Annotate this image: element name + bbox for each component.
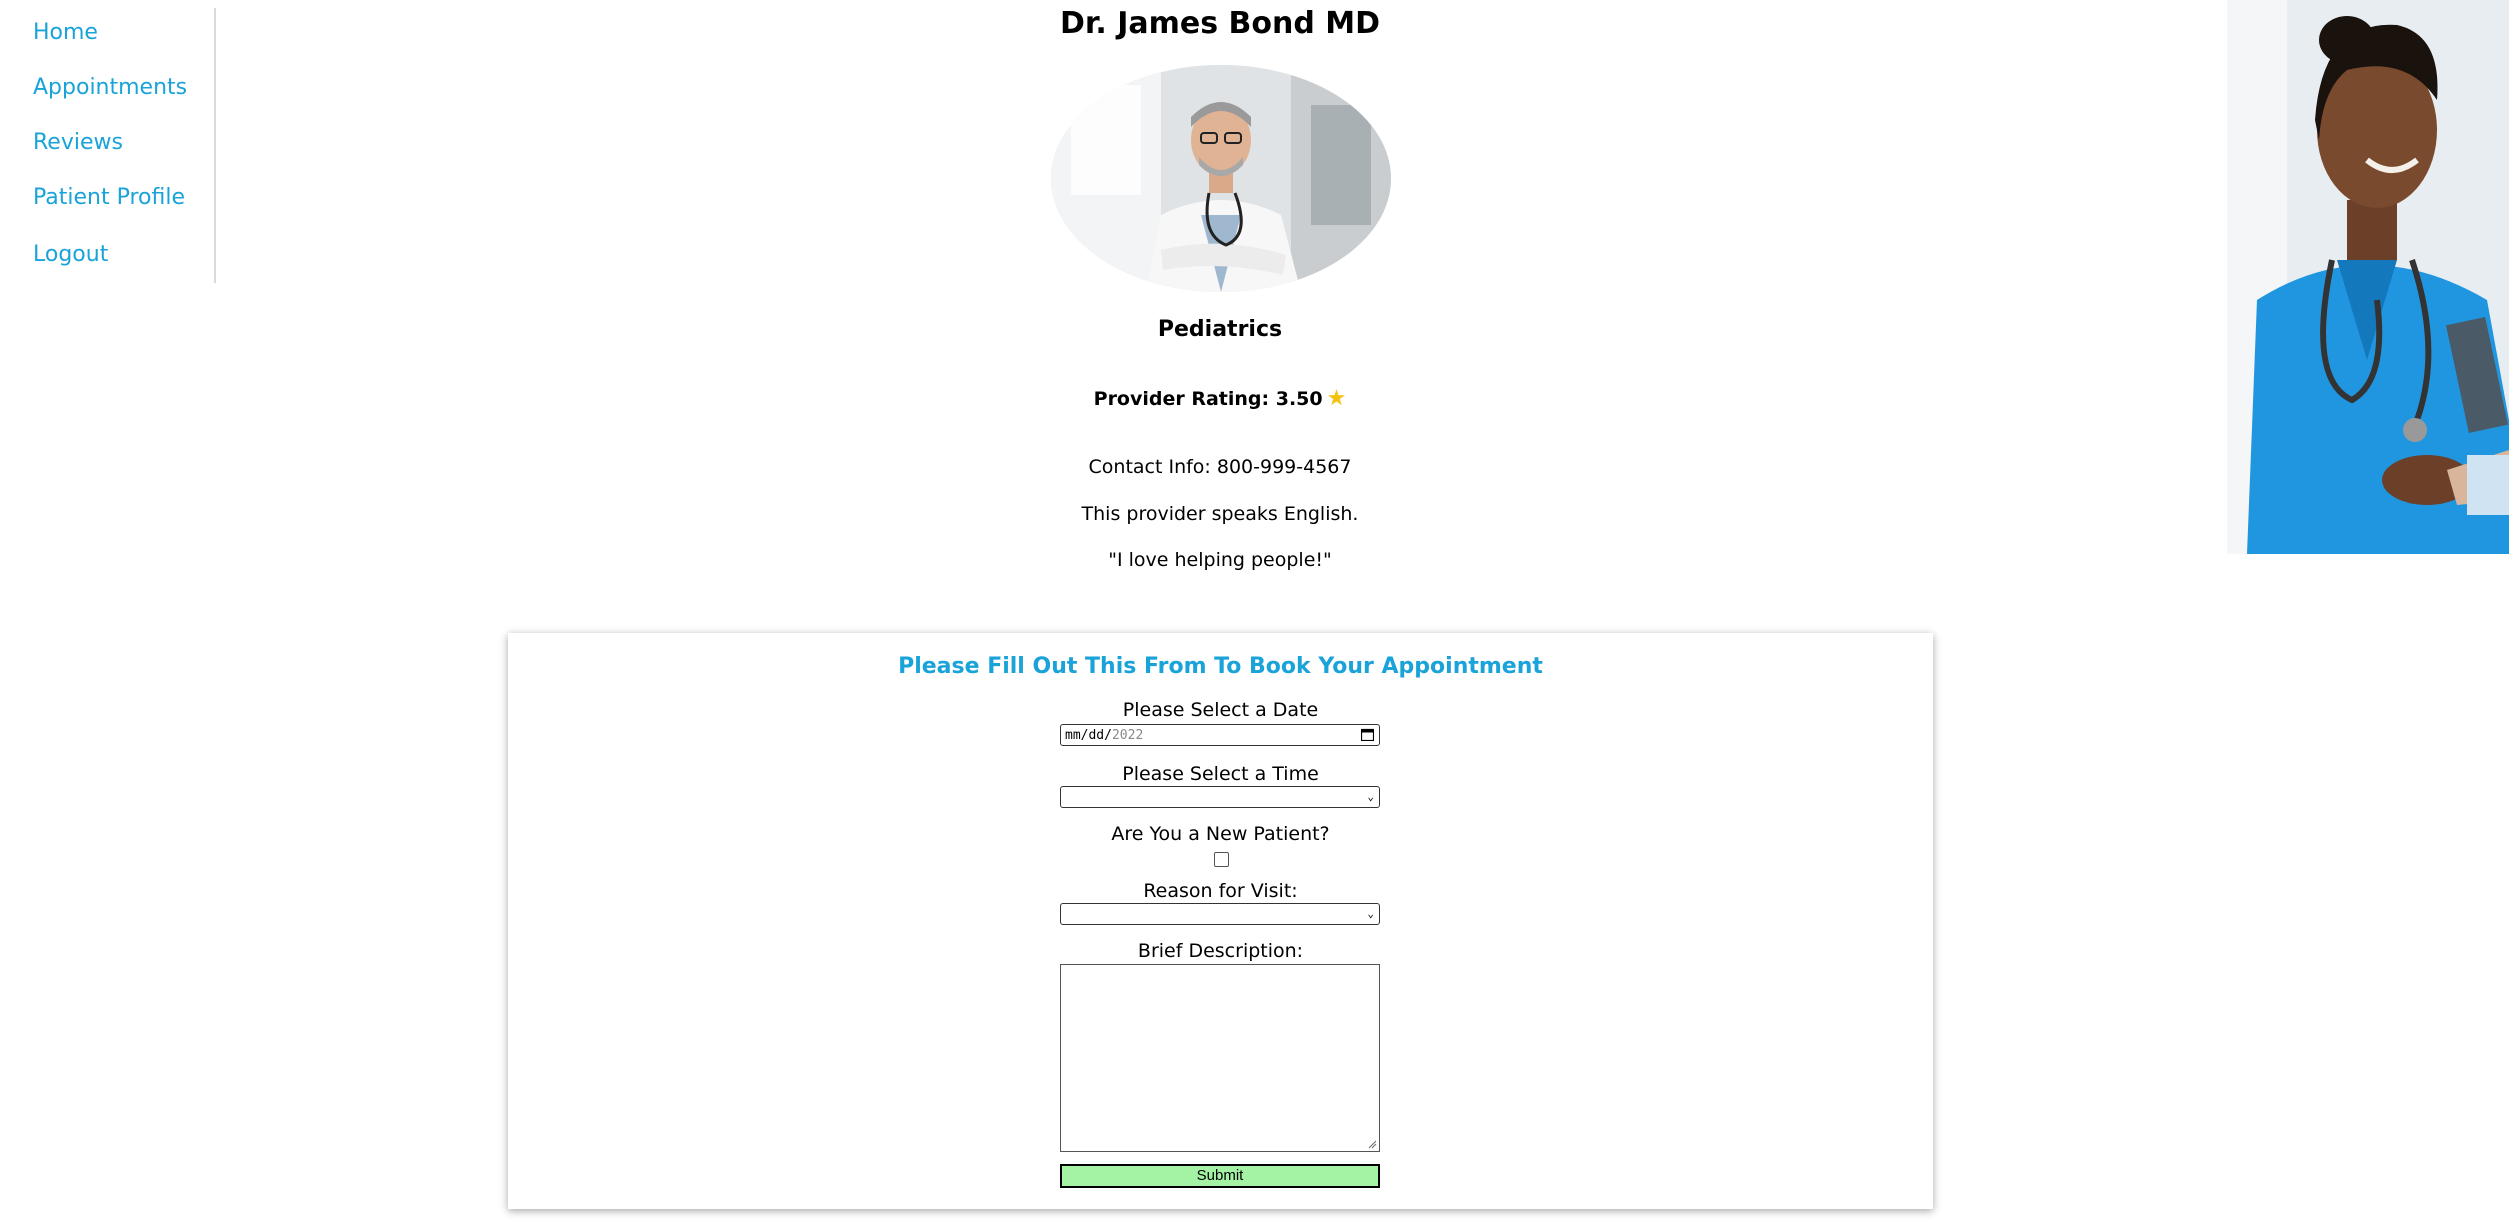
booking-form-card: Please Fill Out This From To Book Your A… bbox=[508, 633, 1933, 1209]
sidebar-item-appointments[interactable]: Appointments bbox=[33, 75, 187, 100]
description-label: Brief Description: bbox=[1137, 940, 1304, 962]
star-icon: ★ bbox=[1326, 386, 1347, 411]
page-title: Dr. James Bond MD bbox=[1059, 6, 1381, 41]
rating-text: Provider Rating: 3.50 bbox=[1093, 388, 1323, 410]
description-textarea[interactable] bbox=[1060, 964, 1380, 1152]
sidebar-nav: Home Appointments Reviews Patient Profil… bbox=[0, 8, 216, 283]
page: Home Appointments Reviews Patient Profil… bbox=[0, 0, 2509, 1230]
time-select[interactable]: ⌄ bbox=[1060, 786, 1380, 808]
provider-rating: Provider Rating: 3.50 ★ bbox=[0, 386, 2440, 411]
date-label: Please Select a Date bbox=[1122, 699, 1319, 721]
sidebar-item-reviews[interactable]: Reviews bbox=[33, 130, 123, 155]
time-label: Please Select a Time bbox=[1122, 763, 1319, 785]
sidebar-item-patient-profile[interactable]: Patient Profile bbox=[33, 185, 185, 210]
new-patient-checkbox[interactable] bbox=[1214, 852, 1229, 867]
calendar-icon[interactable] bbox=[1361, 728, 1374, 741]
doctor-avatar bbox=[1051, 65, 1391, 292]
sidebar-item-logout[interactable]: Logout bbox=[33, 242, 108, 267]
reason-label: Reason for Visit: bbox=[1143, 880, 1298, 902]
chevron-down-icon: ⌄ bbox=[1367, 790, 1374, 803]
nurse-photo bbox=[2227, 0, 2509, 554]
provider-contact: Contact Info: 800-999-4567 bbox=[1088, 456, 1352, 478]
submit-button[interactable]: Submit bbox=[1060, 1164, 1380, 1188]
new-patient-label: Are You a New Patient? bbox=[1111, 823, 1330, 845]
date-year: 2022 bbox=[1111, 727, 1144, 743]
resize-handle-icon[interactable] bbox=[1367, 1139, 1377, 1149]
provider-specialty: Pediatrics bbox=[1157, 317, 1283, 342]
form-title: Please Fill Out This From To Book Your A… bbox=[898, 654, 1543, 679]
reason-select[interactable]: ⌄ bbox=[1060, 903, 1380, 925]
chevron-down-icon: ⌄ bbox=[1367, 907, 1374, 920]
date-mmdd: mm/dd/ bbox=[1065, 727, 1112, 743]
provider-language: This provider speaks English. bbox=[1081, 503, 1359, 525]
date-input[interactable]: mm/dd/2022 bbox=[1060, 724, 1380, 746]
provider-quote: "I love helping people!" bbox=[1108, 549, 1332, 571]
